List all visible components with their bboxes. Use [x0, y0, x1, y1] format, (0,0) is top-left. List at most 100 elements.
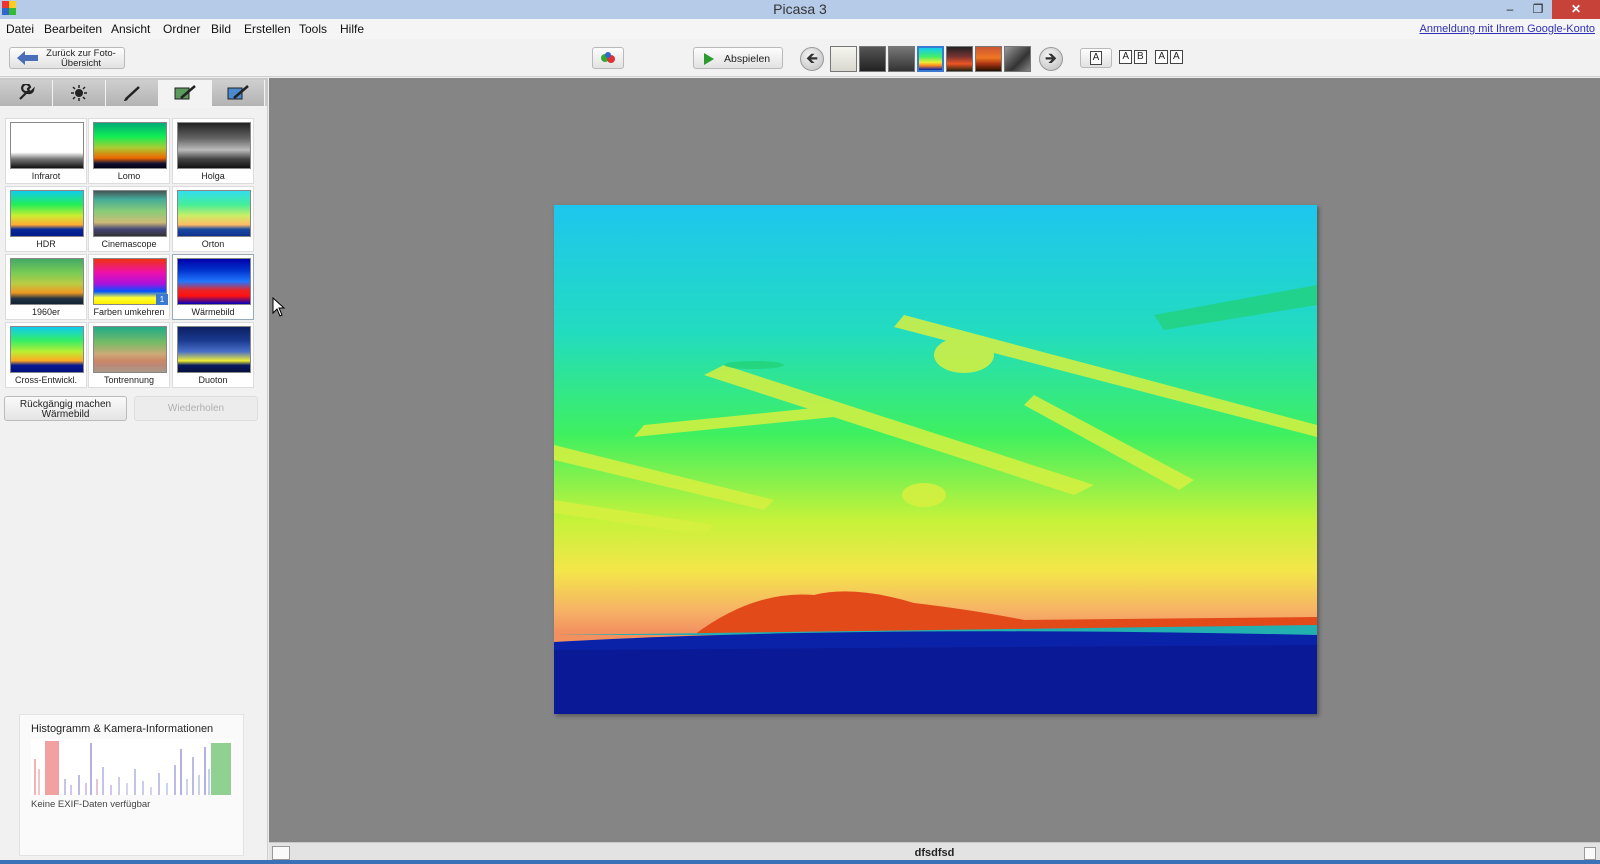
effect-preview — [177, 122, 251, 169]
restore-button[interactable]: ❐ — [1524, 0, 1552, 19]
redo-button: Wiederholen — [134, 396, 258, 421]
tab-effects-2[interactable] — [159, 80, 212, 108]
minimize-button[interactable]: – — [1496, 0, 1524, 19]
effect-label: Infrarot — [31, 171, 61, 181]
menu-ordner[interactable]: Ordner — [163, 22, 200, 36]
taskbar — [0, 860, 1600, 864]
collage-button[interactable] — [592, 47, 624, 69]
filmstrip-thumb[interactable] — [1004, 46, 1031, 72]
back-to-library-button[interactable]: Zurück zur Foto- Übersicht — [9, 47, 125, 69]
effect-badge: 1 — [156, 294, 168, 305]
effect-label: 1960er — [31, 307, 61, 317]
effect-preview — [10, 122, 84, 169]
effect-preview — [177, 326, 251, 373]
effect-preview — [93, 190, 167, 237]
filmstrip-thumb[interactable] — [888, 46, 915, 72]
menu-ansicht[interactable]: Ansicht — [111, 22, 150, 36]
menu-bar: Datei Bearbeiten Ansicht Ordner Bild Ers… — [0, 19, 1600, 39]
compare-aa-a1: A — [1155, 50, 1168, 64]
compare-single-label: A — [1089, 51, 1103, 65]
effect-preview — [10, 190, 84, 237]
undo-label-line2: Wärmebild — [41, 408, 90, 420]
play-icon — [704, 53, 714, 65]
compare-ab-button[interactable]: AB — [1116, 48, 1150, 68]
trash-icon[interactable] — [1584, 847, 1596, 860]
filmstrip-thumb[interactable] — [830, 46, 857, 72]
back-arrow-icon — [17, 51, 38, 65]
tab-effects-3[interactable] — [212, 80, 265, 106]
effect-waermebild[interactable]: Wärmebild — [172, 254, 254, 320]
edit-panel: Infrarot Lomo Holga HDR Cinemascope Orto… — [0, 78, 268, 862]
play-label: Abspielen — [724, 53, 771, 65]
effect-duoton[interactable]: Duoton — [172, 322, 254, 388]
exif-info: Keine EXIF-Daten verfügbar — [31, 799, 151, 810]
histogram-graph — [31, 739, 233, 795]
effect-label: Duoton — [198, 375, 228, 385]
effect-preview — [177, 258, 251, 305]
effect-hdr[interactable]: HDR — [5, 186, 87, 252]
photo-caption[interactable]: dfsdfsd — [269, 847, 1600, 859]
effect-label: Tontrennung — [103, 375, 155, 385]
back-label-line2: Übersicht — [60, 57, 102, 69]
effect-infrarot[interactable]: Infrarot — [5, 118, 87, 184]
effect-label: Cross-Entwickl. — [14, 375, 77, 385]
effect-cross-entwickl[interactable]: Cross-Entwickl. — [5, 322, 87, 388]
compare-aa-a2: A — [1170, 50, 1183, 64]
window-title: Picasa 3 — [773, 1, 827, 17]
effect-label: HDR — [36, 239, 56, 249]
prev-arrow-icon: 🡸 — [805, 50, 819, 67]
toolbar: Zurück zur Foto- Übersicht Abspielen 🡸 🡺 … — [0, 39, 1600, 77]
histogram-title: Histogramm & Kamera-Informationen — [31, 723, 214, 735]
effect-preview — [177, 190, 251, 237]
next-photo-button[interactable]: 🡺 — [1039, 47, 1063, 71]
thermal-photo[interactable] — [554, 205, 1317, 714]
effects-brush-icon — [174, 85, 196, 100]
effects2-brush-icon — [227, 85, 249, 100]
filmstrip-thumb[interactable] — [859, 46, 886, 72]
menu-erstellen[interactable]: Erstellen — [244, 22, 291, 36]
wrench-icon — [19, 83, 35, 100]
effect-1960er[interactable]: 1960er — [5, 254, 87, 320]
effect-label: Farben umkehren — [93, 307, 165, 317]
compare-single-button[interactable]: A — [1080, 48, 1112, 68]
light-icon — [71, 85, 87, 101]
menu-bild[interactable]: Bild — [211, 22, 231, 36]
tab-basic-fixes[interactable] — [0, 80, 53, 106]
menu-bearbeiten[interactable]: Bearbeiten — [44, 22, 102, 36]
close-button[interactable]: ✕ — [1552, 0, 1600, 19]
mouse-pointer-icon — [272, 297, 286, 317]
effect-label: Holga — [201, 171, 225, 181]
collage-icon — [601, 52, 615, 63]
title-bar: Picasa 3 – ❐ ✕ — [0, 0, 1600, 19]
next-arrow-icon: 🡺 — [1044, 50, 1058, 67]
filmstrip-thumb-selected[interactable] — [917, 46, 944, 72]
effect-preview — [10, 258, 84, 305]
effect-label: Orton — [201, 239, 225, 249]
menu-datei[interactable]: Datei — [6, 22, 34, 36]
effect-tontrennung[interactable]: Tontrennung — [88, 322, 170, 388]
compare-ab-a: A — [1119, 50, 1132, 64]
filmstrip-thumb[interactable] — [975, 46, 1002, 72]
menu-hilfe[interactable]: Hilfe — [340, 22, 364, 36]
undo-button[interactable]: Rückgängig machen Wärmebild — [4, 396, 127, 421]
effect-preview — [93, 122, 167, 169]
effect-farben-umkehren[interactable]: 1 Farben umkehren — [88, 254, 170, 320]
effect-preview — [93, 326, 167, 373]
edit-tabs — [0, 78, 268, 108]
tab-tuning[interactable] — [53, 80, 106, 106]
effect-label: Cinemascope — [101, 239, 157, 249]
effect-preview — [10, 326, 84, 373]
effect-orton[interactable]: Orton — [172, 186, 254, 252]
compare-ab-b: B — [1134, 50, 1147, 64]
tab-effects-1[interactable] — [106, 80, 159, 106]
effect-cinemascope[interactable]: Cinemascope — [88, 186, 170, 252]
previous-photo-button[interactable]: 🡸 — [800, 47, 824, 71]
menu-tools[interactable]: Tools — [299, 22, 327, 36]
compare-aa-button[interactable]: AA — [1152, 48, 1186, 68]
slideshow-play-button[interactable]: Abspielen — [693, 47, 783, 69]
google-signin-link[interactable]: Anmeldung mit Ihrem Google-Konto — [1420, 23, 1595, 35]
filmstrip-thumb[interactable] — [946, 46, 973, 72]
histogram-panel: Histogramm & Kamera-Informationen Keine … — [19, 714, 244, 856]
effect-lomo[interactable]: Lomo — [88, 118, 170, 184]
effect-holga[interactable]: Holga — [172, 118, 254, 184]
